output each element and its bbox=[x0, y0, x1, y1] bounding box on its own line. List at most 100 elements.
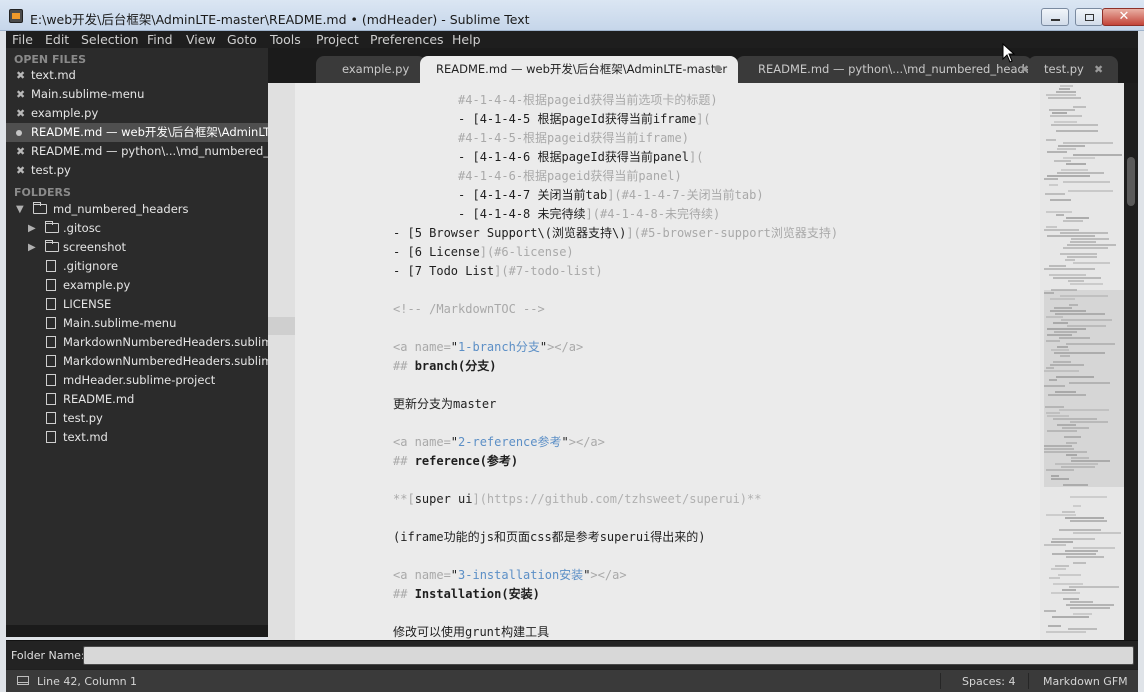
code-token: " bbox=[450, 568, 459, 582]
close-file-icon[interactable]: ✖ bbox=[16, 142, 25, 161]
code-token: ></a> bbox=[568, 435, 605, 449]
code-token: **[ bbox=[393, 492, 415, 506]
folder-name-input[interactable] bbox=[83, 646, 1134, 665]
code-token: - [ bbox=[393, 112, 480, 126]
minimap-line bbox=[1048, 394, 1086, 396]
minimap-line bbox=[1050, 115, 1082, 117]
menu-selection[interactable]: Selection bbox=[81, 31, 139, 48]
menu-help[interactable]: Help bbox=[452, 31, 481, 48]
menu-preferences[interactable]: Preferences bbox=[370, 31, 444, 48]
code-line[interactable]: ## branch(分支) bbox=[393, 357, 497, 376]
sidebar-horizontal-scrollbar[interactable] bbox=[6, 625, 268, 637]
maximize-button[interactable] bbox=[1075, 8, 1103, 26]
file-icon bbox=[46, 260, 56, 272]
tree-label: example.py bbox=[63, 278, 131, 292]
collapsed-arrow-icon[interactable]: ▶ bbox=[28, 238, 36, 257]
code-line[interactable]: - [4-1-4-5 根据pageId获得当前iframe]( bbox=[393, 110, 711, 129]
sublime-app-icon[interactable] bbox=[9, 9, 23, 23]
close-file-icon[interactable]: ✖ bbox=[16, 85, 25, 104]
indentation-status[interactable]: Spaces: 4 bbox=[962, 675, 1015, 688]
close-file-icon[interactable]: ✖ bbox=[16, 66, 25, 85]
menu-tools[interactable]: Tools bbox=[270, 31, 301, 48]
minimap-line bbox=[1044, 544, 1066, 546]
minimap-line bbox=[1053, 583, 1083, 585]
code-line[interactable]: <a name="2-reference参考"></a> bbox=[393, 433, 605, 452]
minimap-line bbox=[1050, 310, 1086, 312]
open-file-item[interactable]: ✖ text.md bbox=[6, 66, 268, 85]
tab-readme-python[interactable]: README.md — python\...\md_numbered_heade… bbox=[736, 56, 1043, 83]
code-token: - [ bbox=[393, 245, 415, 259]
code-line[interactable]: <a name="3-installation安装"></a> bbox=[393, 566, 627, 585]
menu-project[interactable]: Project bbox=[316, 31, 359, 48]
minimap-line bbox=[1069, 382, 1110, 384]
tab-test-py[interactable]: test.py ✖ bbox=[1028, 56, 1118, 83]
code-token: - [ bbox=[393, 188, 480, 202]
code-token: #4-1-4-5-根据pageid获得当前iframe) bbox=[458, 131, 689, 145]
close-file-icon[interactable]: ✖ bbox=[16, 104, 25, 123]
minimap-line bbox=[1053, 361, 1071, 363]
code-line[interactable]: #4-1-4-4-根据pageid获得当前选项卡的标题) bbox=[393, 91, 718, 110]
code-line[interactable]: #4-1-4-5-根据pageid获得当前iframe) bbox=[393, 129, 689, 148]
code-line[interactable]: <a name="1-branch分支"></a> bbox=[393, 338, 583, 357]
open-file-item[interactable]: ✖ example.py bbox=[6, 104, 268, 123]
code-line[interactable]: 修改可以使用grunt构建工具 bbox=[393, 623, 549, 640]
scrollbar-thumb[interactable] bbox=[1127, 157, 1135, 206]
code-line[interactable]: - [6 License](#6-license) bbox=[393, 243, 574, 262]
code-token: " bbox=[450, 435, 459, 449]
code-line[interactable]: - [4-1-4-8 未完待续](#4-1-4-8-未完待续) bbox=[393, 205, 720, 224]
code-token: ></a> bbox=[590, 568, 627, 582]
vertical-scrollbar[interactable] bbox=[1124, 83, 1138, 640]
code-line[interactable]: 更新分支为master bbox=[393, 395, 496, 414]
minimap-line bbox=[1048, 97, 1081, 99]
code-token: - [ bbox=[393, 150, 480, 164]
minimap-line bbox=[1046, 367, 1054, 369]
minimap-line bbox=[1049, 274, 1086, 276]
tab-readme-adminlte[interactable]: README.md — web开发\后台框架\AdminLTE-master ● bbox=[420, 56, 738, 83]
minimize-button[interactable] bbox=[1041, 8, 1069, 26]
open-file-label: example.py bbox=[31, 106, 99, 120]
code-line[interactable]: - [5 Browser Support\(浏览器支持\)](#5-browse… bbox=[393, 224, 838, 243]
minimap[interactable] bbox=[1040, 83, 1124, 640]
minimap-line bbox=[1054, 352, 1105, 354]
code-line[interactable]: - [7 Todo List](#7-todo-list) bbox=[393, 262, 603, 281]
file-icon bbox=[46, 336, 56, 348]
tab-example-py[interactable]: example.py bbox=[316, 56, 426, 83]
close-file-icon[interactable]: ✖ bbox=[16, 161, 25, 180]
minimap-line bbox=[1044, 292, 1054, 294]
panel-toggle-icon[interactable] bbox=[17, 676, 29, 685]
minimap-line bbox=[1044, 451, 1087, 453]
menu-find[interactable]: Find bbox=[147, 31, 173, 48]
open-file-item-active[interactable]: README.md — web开发\后台框架\AdminLTE-master bbox=[6, 123, 268, 142]
expanded-arrow-icon[interactable]: ▼ bbox=[16, 200, 24, 219]
code-line[interactable]: - [4-1-4-7 关闭当前tab](#4-1-4-7-关闭当前tab) bbox=[393, 186, 764, 205]
code-line[interactable]: ## Installation(安装) bbox=[393, 585, 540, 604]
code-line[interactable]: #4-1-4-6-根据pageid获得当前panel) bbox=[393, 167, 682, 186]
menu-edit[interactable]: Edit bbox=[45, 31, 69, 48]
code-line[interactable]: <!-- /MarkdownTOC --> bbox=[393, 300, 545, 319]
minimap-line bbox=[1055, 313, 1105, 315]
minimap-line bbox=[1066, 442, 1077, 444]
minimap-line bbox=[1057, 172, 1104, 174]
open-file-item[interactable]: ✖ test.py bbox=[6, 161, 268, 180]
code-line[interactable]: (iframe功能的js和页面css都是参考superui得出来的) bbox=[393, 528, 706, 547]
menu-view[interactable]: View bbox=[186, 31, 216, 48]
collapsed-arrow-icon[interactable]: ▶ bbox=[28, 219, 36, 238]
editor-area[interactable]: #4-1-4-4-根据pageid获得当前选项卡的标题) - [4-1-4-5 … bbox=[268, 83, 1040, 640]
code-line[interactable]: **[super ui](https://github.com/tzhsweet… bbox=[393, 490, 761, 509]
minimap-line bbox=[1051, 349, 1069, 351]
minimap-line bbox=[1057, 148, 1076, 150]
tab-unsaved-dot-icon[interactable]: ● bbox=[714, 56, 722, 83]
close-window-button[interactable]: ✕ bbox=[1102, 8, 1144, 26]
menu-file[interactable]: File bbox=[12, 31, 33, 48]
code-line[interactable]: - [4-1-4-6 根据pageId获得当前panel]( bbox=[393, 148, 703, 167]
minimap-line bbox=[1066, 343, 1115, 345]
unsaved-dot-icon[interactable] bbox=[16, 130, 22, 136]
menu-goto[interactable]: Goto bbox=[227, 31, 257, 48]
syntax-status[interactable]: Markdown GFM bbox=[1043, 675, 1128, 688]
open-file-item[interactable]: ✖ README.md — python\...\md_numbered_hea… bbox=[6, 142, 268, 161]
minimap-line bbox=[1064, 436, 1081, 438]
code-line[interactable]: ## reference(参考) bbox=[393, 452, 518, 471]
open-file-item[interactable]: ✖ Main.sublime-menu bbox=[6, 85, 268, 104]
minimap-line bbox=[1056, 91, 1076, 93]
tab-close-icon[interactable]: ✖ bbox=[1094, 56, 1103, 83]
